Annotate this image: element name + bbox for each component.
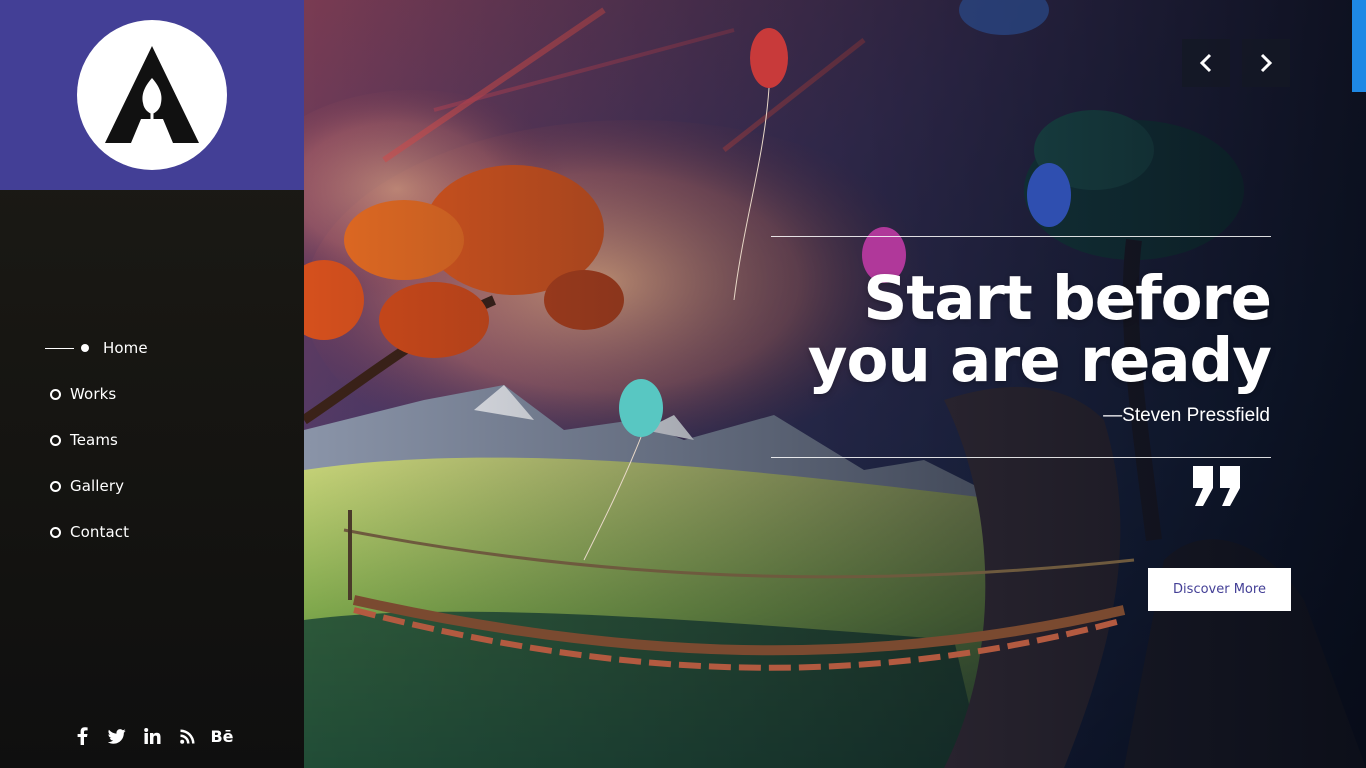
nav-bullet-icon [50,388,61,400]
a-letter-logo-icon [105,46,199,143]
behance-icon[interactable]: Bē [210,724,233,748]
quote-top-divider [771,236,1271,237]
nav-label: Teams [70,431,118,449]
social-links: Bē [0,722,304,750]
nav-item-teams[interactable]: Teams [50,426,118,454]
logo-block [0,0,304,190]
nav-item-home[interactable]: Home [45,334,148,362]
prev-slide-button[interactable] [1182,39,1230,87]
chevron-left-icon [1199,53,1212,73]
active-indicator-line [45,347,74,349]
scrollbar-thumb[interactable] [1352,0,1366,92]
nav-label: Home [103,339,148,357]
chevron-right-icon [1260,53,1273,73]
rss-icon[interactable] [177,724,197,748]
facebook-icon[interactable] [72,724,92,748]
nav-label: Contact [70,523,130,541]
hero-slider: Start before you are ready —Steven Press… [304,0,1366,768]
nav-bullet-icon [50,434,61,446]
nav-label: Works [70,385,117,403]
quote-mark-icon [1193,466,1240,506]
hero-headline: Start before you are ready [751,268,1272,392]
sidebar: Home Works Teams Gallery Contact Bē [0,0,304,768]
twitter-icon[interactable] [107,724,127,748]
nav-bullet-icon [81,344,89,352]
logo-link[interactable] [77,20,227,170]
nav-item-gallery[interactable]: Gallery [50,472,124,500]
headline-line-1: Start before [863,263,1272,334]
quote-bottom-divider [771,457,1271,458]
linkedin-icon[interactable] [142,724,162,748]
nav-item-works[interactable]: Works [50,380,116,408]
nav-bullet-icon [50,526,61,538]
quote-author: —Steven Pressfield [1103,405,1270,426]
nav-item-contact[interactable]: Contact [50,518,129,546]
nav-bullet-icon [50,480,61,492]
discover-more-button[interactable]: Discover More [1148,568,1291,611]
nav-label: Gallery [70,477,125,495]
next-slide-button[interactable] [1242,39,1290,87]
headline-line-2: you are ready [807,325,1272,396]
